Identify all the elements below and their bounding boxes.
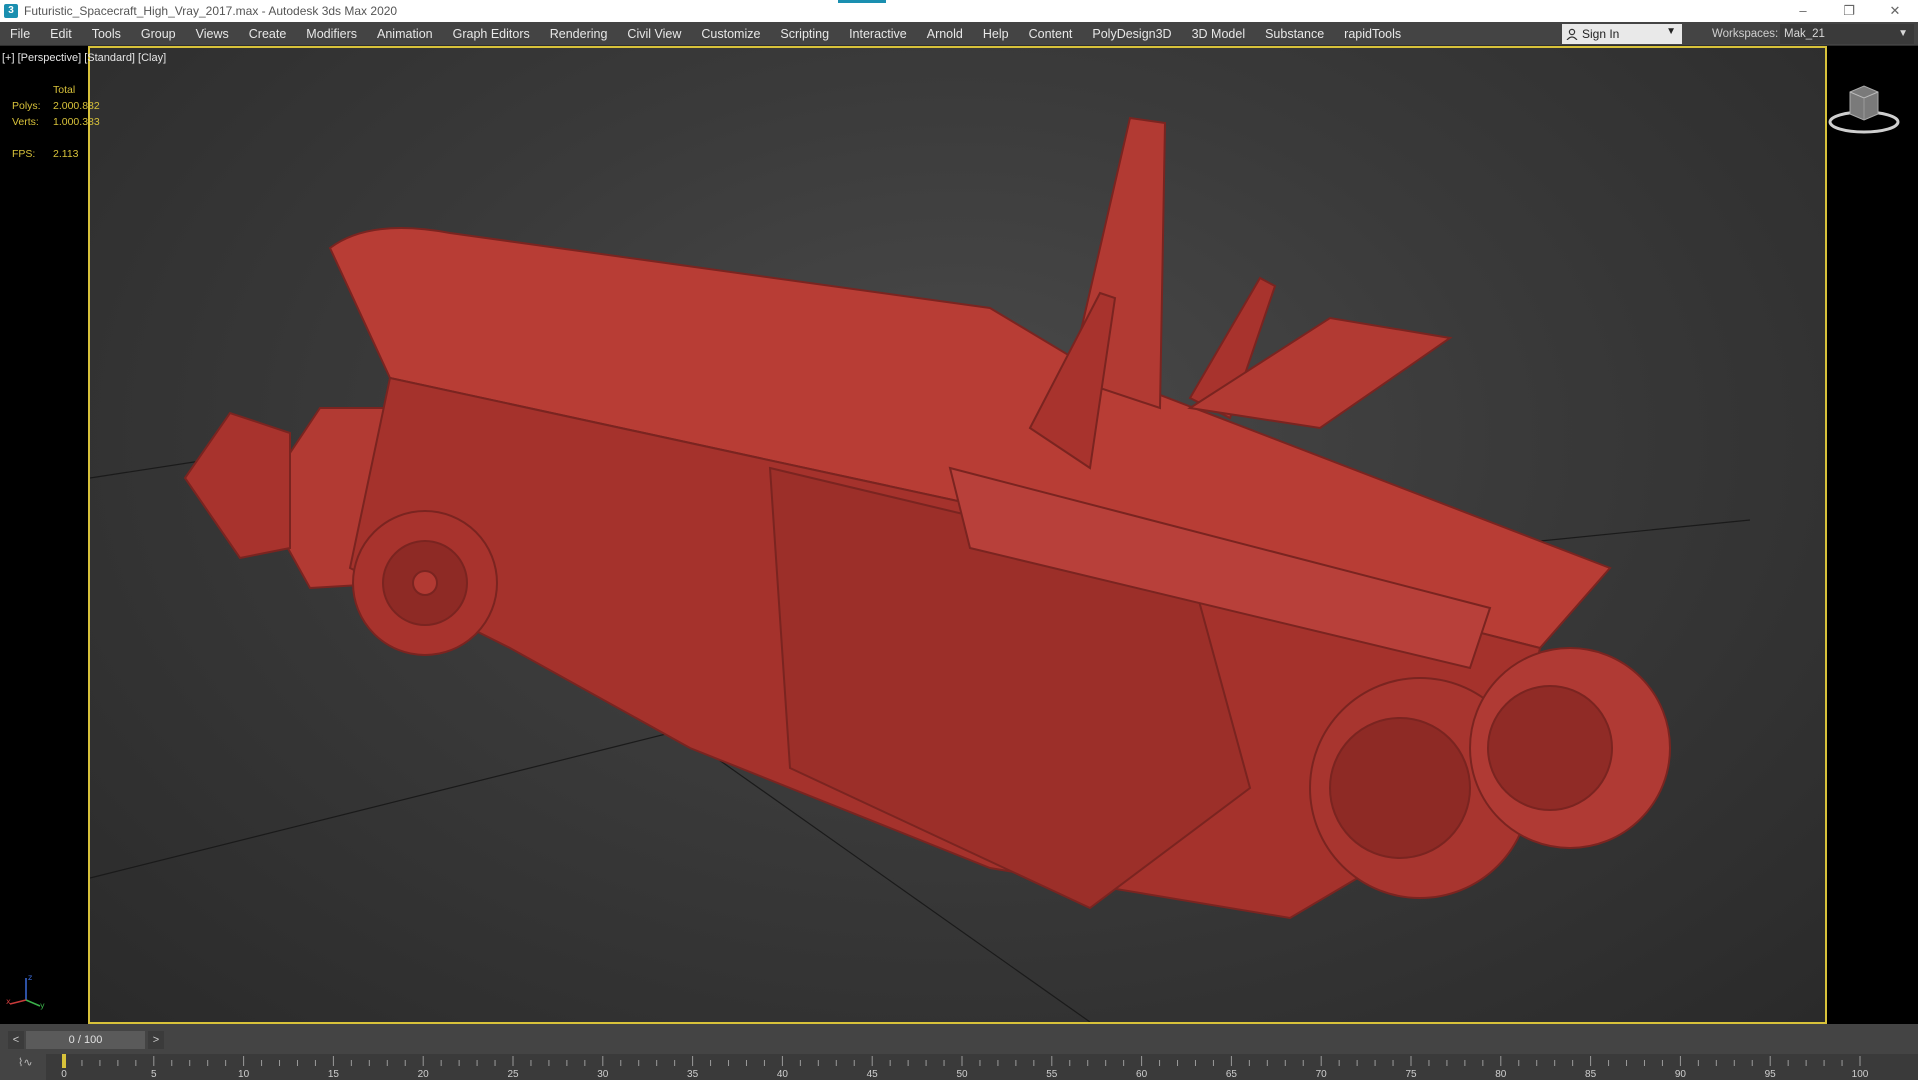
right-panel: [1827, 46, 1918, 1024]
mini-curve-editor-icon[interactable]: ⌇∿: [18, 1056, 38, 1074]
ruler-tick-label: 95: [1765, 1069, 1777, 1080]
ruler-tick-label: 0: [61, 1069, 67, 1080]
minimize-button[interactable]: –: [1780, 0, 1826, 22]
workspace-value: Mak_21: [1784, 28, 1825, 40]
menu-help[interactable]: Help: [973, 22, 1019, 46]
close-button[interactable]: ✕: [1872, 0, 1918, 22]
left-panel: [0, 46, 88, 1024]
menu-group[interactable]: Group: [131, 22, 186, 46]
ruler-tick-label: 60: [1136, 1069, 1148, 1080]
user-icon: [1566, 28, 1578, 40]
chevron-down-icon: ▼: [1898, 28, 1908, 39]
ruler-tick-label: 15: [328, 1069, 340, 1080]
ruler-tick-label: 55: [1046, 1069, 1058, 1080]
ruler-tick-label: 45: [867, 1069, 879, 1080]
sign-in-dropdown[interactable]: Sign In ▼: [1562, 24, 1682, 44]
window-controls: – ❐ ✕: [1780, 0, 1918, 22]
ruler-tick-label: 65: [1226, 1069, 1238, 1080]
polys-label: Polys:: [12, 100, 41, 112]
ruler-tick-label: 90: [1675, 1069, 1687, 1080]
current-frame-marker[interactable]: [62, 1054, 66, 1068]
polys-value: 2.000.882: [53, 100, 100, 112]
prev-frame-button[interactable]: <: [8, 1031, 24, 1049]
menu-create[interactable]: Create: [239, 22, 297, 46]
menu-views[interactable]: Views: [186, 22, 239, 46]
window-title: Futuristic_Spacecraft_High_Vray_2017.max…: [24, 4, 398, 18]
next-frame-button[interactable]: >: [148, 1031, 164, 1049]
title-bar: 3 Futuristic_Spacecraft_High_Vray_2017.m…: [0, 0, 1918, 22]
menu-civil-view[interactable]: Civil View: [617, 22, 691, 46]
world-axis-tripod: z x y: [6, 973, 45, 1010]
menu-edit[interactable]: Edit: [40, 22, 82, 46]
sign-in-label: Sign In: [1582, 27, 1620, 41]
verts-value: 1.000.383: [53, 116, 100, 128]
menu-interactive[interactable]: Interactive: [839, 22, 917, 46]
viewport-scene: [90, 116, 1751, 1022]
verts-label: Verts:: [12, 116, 39, 128]
menu-customize[interactable]: Customize: [691, 22, 770, 46]
workspaces-select[interactable]: Mak_21 ▼: [1780, 24, 1914, 44]
ruler-tick-label: 70: [1316, 1069, 1328, 1080]
ruler-tick-label: 75: [1405, 1069, 1417, 1080]
menu-3d-model[interactable]: 3D Model: [1182, 22, 1256, 46]
ruler-tick-label: 35: [687, 1069, 699, 1080]
ruler-tick-label: 100: [1852, 1069, 1869, 1080]
menu-content[interactable]: Content: [1019, 22, 1083, 46]
ruler-tick-label: 50: [956, 1069, 968, 1080]
timeline-panel: < 0 / 100 > ⌇∿ 0 5 10 15 20 25 30 35 40 45 50 55 60 6…: [0, 1024, 1918, 1080]
menu-rendering[interactable]: Rendering: [540, 22, 618, 46]
svg-text:y: y: [40, 1001, 45, 1010]
ruler-tick-label: 80: [1495, 1069, 1507, 1080]
title-accent: [838, 0, 886, 3]
ruler-tick-label: 5: [151, 1069, 157, 1080]
menu-arnold[interactable]: Arnold: [917, 22, 973, 46]
ruler-tick-label: 25: [507, 1069, 519, 1080]
svg-text:z: z: [28, 973, 32, 982]
menu-scripting[interactable]: Scripting: [770, 22, 839, 46]
stats-header: Total: [53, 84, 76, 96]
workspaces-label: Workspaces:: [1712, 28, 1779, 40]
chevron-down-icon: ▼: [1666, 26, 1676, 37]
menu-rapidtools[interactable]: rapidTools: [1334, 22, 1411, 46]
menu-modifiers[interactable]: Modifiers: [296, 22, 367, 46]
fps-label: FPS:: [12, 148, 36, 160]
viewport-label[interactable]: [+] [Perspective] [Standard] [Clay]: [2, 52, 166, 64]
time-slider-thumb[interactable]: 0 / 100: [26, 1031, 145, 1049]
restore-button[interactable]: ❐: [1826, 0, 1872, 22]
menu-animation[interactable]: Animation: [367, 22, 443, 46]
menu-bar: File Edit Tools Group Views Create Modif…: [0, 22, 1918, 46]
time-slider[interactable]: < 0 / 100 >: [8, 1031, 164, 1049]
menu-graph-editors[interactable]: Graph Editors: [443, 22, 540, 46]
perspective-viewport[interactable]: [88, 46, 1827, 1024]
menu-tools[interactable]: Tools: [82, 22, 131, 46]
3dsmax-app-icon[interactable]: 3: [4, 4, 18, 18]
fps-value: 2.113: [53, 148, 79, 160]
svg-text:x: x: [6, 997, 11, 1006]
ruler-ticks: 0 5 10 15 20 25 30 35 40 45 50 55 60 65 70 75 80 85 90 95 10…: [61, 1054, 1869, 1080]
viewcube-icon[interactable]: [1826, 78, 1904, 138]
track-bar-ruler[interactable]: 0 5 10 15 20 25 30 35 40 45 50 55 60 65 70 75 80 85 90 95 10…: [46, 1054, 1918, 1080]
ruler-tick-label: 10: [238, 1069, 250, 1080]
menu-polydesign3d[interactable]: PolyDesign3D: [1082, 22, 1181, 46]
ruler-tick-label: 20: [418, 1069, 430, 1080]
menu-substance[interactable]: Substance: [1255, 22, 1334, 46]
ruler-tick-label: 30: [597, 1069, 609, 1080]
ruler-tick-label: 85: [1585, 1069, 1597, 1080]
menu-file[interactable]: File: [0, 22, 40, 46]
ruler-tick-label: 40: [777, 1069, 789, 1080]
